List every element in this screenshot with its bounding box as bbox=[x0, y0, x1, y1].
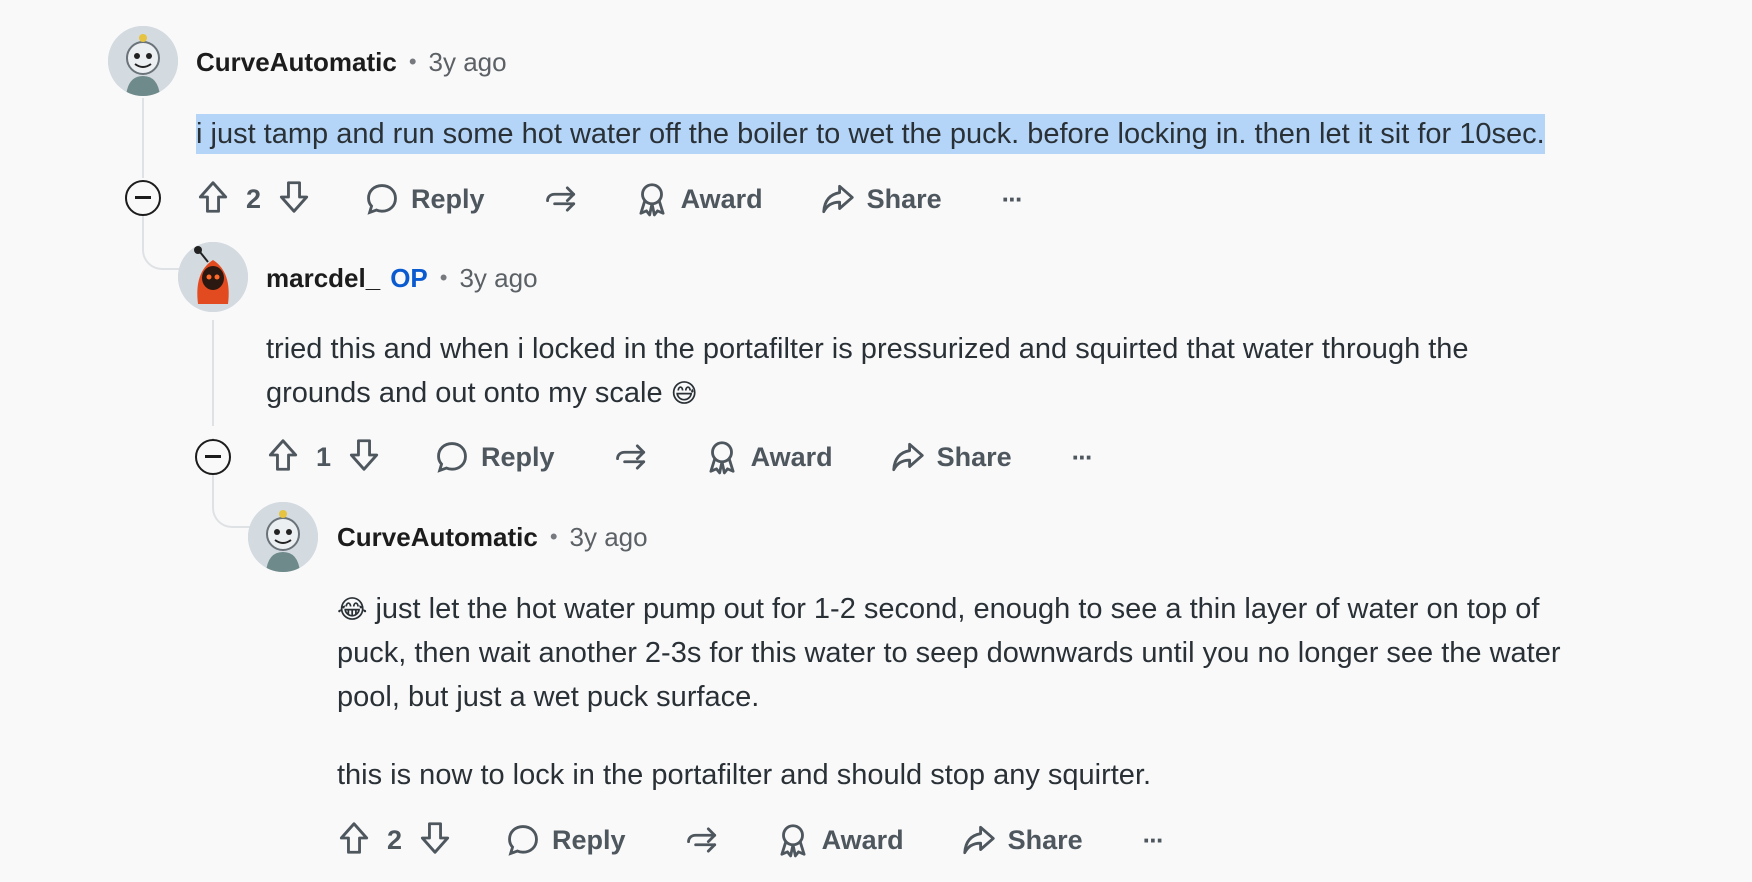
share-button[interactable]: Share bbox=[960, 821, 1083, 859]
award-icon bbox=[639, 183, 665, 217]
sweat-smile-emoji: 😅 bbox=[670, 378, 698, 408]
crosspost-icon bbox=[545, 186, 575, 212]
comment-line: i just tamp and run some hot water off t… bbox=[196, 114, 1545, 154]
comment-bubble-icon bbox=[508, 825, 538, 856]
vote-count: 2 bbox=[246, 183, 262, 214]
more-icon: ··· bbox=[1142, 824, 1165, 855]
award-label: Award bbox=[750, 441, 833, 472]
award-icon bbox=[780, 824, 806, 858]
comment-timestamp[interactable]: 3y ago bbox=[459, 263, 537, 294]
award-label: Award bbox=[680, 183, 763, 214]
comment-action-bar: 2 Reply Award Share ··· bbox=[335, 815, 1165, 865]
share-button[interactable]: Share bbox=[889, 438, 1012, 476]
crosspost-button[interactable] bbox=[541, 180, 581, 218]
reply-label: Reply bbox=[481, 441, 555, 472]
comment-action-bar: 2 Reply Award Share ··· bbox=[194, 174, 1024, 224]
comment-bubble-icon bbox=[367, 184, 397, 215]
award-label: Award bbox=[821, 824, 904, 855]
separator-dot: • bbox=[408, 49, 417, 74]
comment-line: this is now to lock in the portafilter a… bbox=[337, 759, 1152, 791]
more-options-button[interactable]: ··· bbox=[1071, 441, 1094, 473]
comment-line: grounds and out onto my scale bbox=[266, 377, 663, 409]
share-icon bbox=[821, 184, 854, 214]
vote-count: 2 bbox=[387, 824, 403, 855]
share-icon bbox=[962, 825, 995, 855]
more-options-button[interactable]: ··· bbox=[1142, 824, 1165, 856]
comment-body: i just tamp and run some hot water off t… bbox=[196, 112, 1545, 156]
crosspost-icon bbox=[615, 444, 645, 470]
comment-author[interactable]: CurveAutomatic bbox=[337, 522, 538, 553]
downvote-icon[interactable] bbox=[275, 178, 313, 221]
comment-line: just let the hot water pump out for 1-2 … bbox=[375, 593, 1540, 625]
reply-button[interactable]: Reply bbox=[504, 821, 626, 859]
comment-author[interactable]: marcdel_ bbox=[266, 263, 380, 294]
comment-bubble-icon bbox=[437, 442, 467, 473]
snoo-avatar-icon bbox=[248, 502, 318, 572]
share-label: Share bbox=[936, 441, 1012, 472]
reply-label: Reply bbox=[552, 824, 626, 855]
comment-action-bar: 1 Reply Award Share ··· bbox=[264, 432, 1094, 482]
comment-timestamp[interactable]: 3y ago bbox=[570, 522, 648, 553]
share-label: Share bbox=[1007, 824, 1083, 855]
share-label: Share bbox=[866, 183, 942, 214]
comment-author[interactable]: CurveAutomatic bbox=[196, 47, 397, 78]
upvote-icon[interactable] bbox=[194, 178, 232, 221]
comment-line: tried this and when i locked in the port… bbox=[266, 333, 1469, 365]
more-icon: ··· bbox=[1071, 441, 1094, 472]
comment-line: puck, then wait another 2-3s for this wa… bbox=[337, 637, 1561, 669]
snoo-avatar-icon bbox=[178, 242, 248, 312]
more-icon: ··· bbox=[1001, 183, 1024, 214]
separator-dot: • bbox=[549, 524, 558, 549]
reply-label: Reply bbox=[411, 183, 485, 214]
comment-line: pool, but just a wet puck surface. bbox=[337, 681, 760, 713]
share-icon bbox=[891, 442, 924, 472]
comment-body: tried this and when i locked in the port… bbox=[266, 327, 1469, 415]
vote-count: 1 bbox=[316, 441, 332, 472]
more-options-button[interactable]: ··· bbox=[1001, 183, 1024, 215]
collapse-thread-button[interactable] bbox=[195, 439, 231, 475]
collapse-thread-button[interactable] bbox=[125, 180, 161, 216]
snoo-avatar-icon bbox=[108, 26, 178, 96]
crosspost-button[interactable] bbox=[611, 438, 651, 476]
tears-of-joy-emoji: 😂 bbox=[337, 594, 368, 624]
crosspost-icon bbox=[686, 827, 716, 853]
avatar[interactable] bbox=[178, 242, 248, 312]
share-button[interactable]: Share bbox=[819, 180, 942, 218]
downvote-icon[interactable] bbox=[416, 819, 454, 862]
award-button[interactable]: Award bbox=[774, 821, 904, 859]
avatar[interactable] bbox=[108, 26, 178, 96]
separator-dot: • bbox=[439, 265, 448, 290]
reply-button[interactable]: Reply bbox=[363, 180, 485, 218]
op-badge: OP bbox=[390, 262, 428, 293]
upvote-icon[interactable] bbox=[335, 819, 373, 862]
award-button[interactable]: Award bbox=[633, 180, 763, 218]
comment-timestamp[interactable]: 3y ago bbox=[429, 47, 507, 78]
comment-body: 😂 just let the hot water pump out for 1-… bbox=[337, 587, 1561, 797]
award-icon bbox=[709, 441, 735, 475]
crosspost-button[interactable] bbox=[682, 821, 722, 859]
upvote-icon[interactable] bbox=[264, 436, 302, 479]
downvote-icon[interactable] bbox=[345, 436, 383, 479]
avatar[interactable] bbox=[248, 502, 318, 572]
award-button[interactable]: Award bbox=[703, 438, 833, 476]
reply-button[interactable]: Reply bbox=[433, 438, 555, 476]
